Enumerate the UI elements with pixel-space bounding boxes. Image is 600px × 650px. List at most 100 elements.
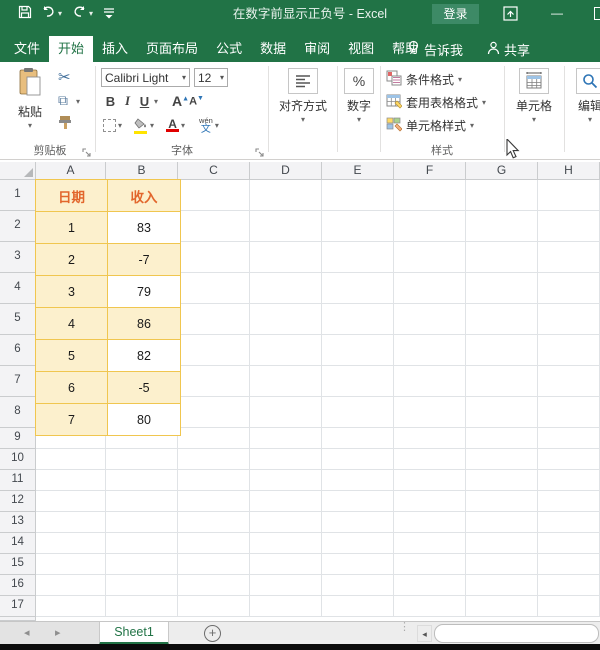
cell-B13[interactable] bbox=[106, 512, 178, 533]
tabbar-resize-handle[interactable]: ⋮ bbox=[399, 624, 407, 630]
cell-C17[interactable] bbox=[178, 596, 250, 617]
row-header-7[interactable]: 7 bbox=[0, 366, 36, 397]
copy-icon[interactable]: ⧉ bbox=[58, 92, 68, 109]
cell-C2[interactable] bbox=[178, 211, 250, 242]
select-all-corner[interactable] bbox=[0, 162, 36, 180]
cell-B11[interactable] bbox=[106, 470, 178, 491]
cell-A14[interactable] bbox=[36, 533, 106, 554]
conditional-formatting-button[interactable]: 条件格式 ▾ bbox=[386, 68, 462, 90]
redo-icon[interactable] bbox=[72, 5, 87, 19]
cell-H4[interactable] bbox=[538, 273, 600, 304]
cell-H12[interactable] bbox=[538, 491, 600, 512]
fill-color-caret[interactable]: ▾ bbox=[150, 121, 154, 130]
column-header-G[interactable]: G bbox=[466, 162, 538, 180]
paste-dropdown-caret[interactable]: ▾ bbox=[28, 121, 32, 130]
underline-button[interactable]: U bbox=[137, 94, 152, 109]
cell-E8[interactable] bbox=[322, 397, 394, 428]
cell-E11[interactable] bbox=[322, 470, 394, 491]
cell-E17[interactable] bbox=[322, 596, 394, 617]
font-dialog-launcher[interactable] bbox=[255, 147, 265, 157]
column-header-E[interactable]: E bbox=[322, 162, 394, 180]
cell-G3[interactable] bbox=[466, 242, 538, 273]
cell-B5[interactable]: 86 bbox=[107, 307, 181, 340]
cell-F3[interactable] bbox=[394, 242, 466, 273]
font-size-combo[interactable]: 12 ▾ bbox=[194, 68, 228, 87]
cell-G11[interactable] bbox=[466, 470, 538, 491]
cell-G13[interactable] bbox=[466, 512, 538, 533]
cell-D4[interactable] bbox=[250, 273, 322, 304]
cell-H10[interactable] bbox=[538, 449, 600, 470]
row-header-6[interactable]: 6 bbox=[0, 335, 36, 366]
cell-H6[interactable] bbox=[538, 335, 600, 366]
cell-C10[interactable] bbox=[178, 449, 250, 470]
cell-F6[interactable] bbox=[394, 335, 466, 366]
cell-C15[interactable] bbox=[178, 554, 250, 575]
cell-H7[interactable] bbox=[538, 366, 600, 397]
row-header-12[interactable]: 12 bbox=[0, 491, 36, 512]
cell-H17[interactable] bbox=[538, 596, 600, 617]
row-header-13[interactable]: 13 bbox=[0, 512, 36, 533]
fill-color-button[interactable] bbox=[134, 118, 148, 134]
editing-button[interactable]: 编辑 ▾ bbox=[570, 68, 600, 124]
cell-E15[interactable] bbox=[322, 554, 394, 575]
cell-E7[interactable] bbox=[322, 366, 394, 397]
cell-A4[interactable]: 3 bbox=[35, 275, 108, 308]
cell-C14[interactable] bbox=[178, 533, 250, 554]
undo-dropdown-caret[interactable]: ▾ bbox=[58, 10, 62, 18]
cell-G2[interactable] bbox=[466, 211, 538, 242]
format-painter-icon[interactable] bbox=[58, 115, 73, 133]
row-header-15[interactable]: 15 bbox=[0, 554, 36, 575]
share-button[interactable]: 共享 bbox=[487, 36, 530, 62]
login-button[interactable]: 登录 bbox=[432, 4, 479, 24]
cell-B10[interactable] bbox=[106, 449, 178, 470]
cell-C5[interactable] bbox=[178, 304, 250, 335]
column-header-A[interactable]: A bbox=[36, 162, 106, 180]
cell-B15[interactable] bbox=[106, 554, 178, 575]
cell-C4[interactable] bbox=[178, 273, 250, 304]
cell-C13[interactable] bbox=[178, 512, 250, 533]
ribbon-tab-4[interactable]: 公式 bbox=[207, 36, 251, 62]
cell-C6[interactable] bbox=[178, 335, 250, 366]
cell-F11[interactable] bbox=[394, 470, 466, 491]
customize-quick-access-icon[interactable] bbox=[104, 7, 114, 19]
italic-button[interactable]: I bbox=[120, 93, 135, 109]
row-header-4[interactable]: 4 bbox=[0, 273, 36, 304]
cell-A7[interactable]: 6 bbox=[35, 371, 108, 404]
new-sheet-button[interactable]: + bbox=[204, 625, 221, 642]
cell-A8[interactable]: 7 bbox=[35, 403, 108, 436]
cell-E16[interactable] bbox=[322, 575, 394, 596]
cell-F4[interactable] bbox=[394, 273, 466, 304]
ribbon-tab-5[interactable]: 数据 bbox=[251, 36, 295, 62]
cell-B4[interactable]: 79 bbox=[107, 275, 181, 308]
column-header-B[interactable]: B bbox=[106, 162, 178, 180]
cell-D15[interactable] bbox=[250, 554, 322, 575]
cells-button[interactable]: 单元格 ▾ bbox=[512, 68, 556, 124]
cell-B14[interactable] bbox=[106, 533, 178, 554]
cell-D3[interactable] bbox=[250, 242, 322, 273]
minimize-icon[interactable]: — bbox=[551, 6, 563, 20]
cell-C7[interactable] bbox=[178, 366, 250, 397]
ribbon-tab-2[interactable]: 插入 bbox=[93, 36, 137, 62]
bold-button[interactable]: B bbox=[103, 94, 118, 109]
cell-D16[interactable] bbox=[250, 575, 322, 596]
column-header-F[interactable]: F bbox=[394, 162, 466, 180]
cell-A5[interactable]: 4 bbox=[35, 307, 108, 340]
column-header-C[interactable]: C bbox=[178, 162, 250, 180]
cell-D9[interactable] bbox=[250, 428, 322, 449]
cell-G12[interactable] bbox=[466, 491, 538, 512]
paste-button[interactable]: 粘贴 ▾ bbox=[12, 67, 48, 130]
number-format-button[interactable]: % 数字 ▾ bbox=[341, 68, 377, 124]
cell-G1[interactable] bbox=[466, 180, 538, 211]
cell-B17[interactable] bbox=[106, 596, 178, 617]
cell-H8[interactable] bbox=[538, 397, 600, 428]
cell-G17[interactable] bbox=[466, 596, 538, 617]
cell-D1[interactable] bbox=[250, 180, 322, 211]
cell-E14[interactable] bbox=[322, 533, 394, 554]
cell-C9[interactable] bbox=[178, 428, 250, 449]
cell-F8[interactable] bbox=[394, 397, 466, 428]
row-header-17[interactable]: 17 bbox=[0, 596, 36, 617]
cell-D5[interactable] bbox=[250, 304, 322, 335]
font-name-combo[interactable]: Calibri Light ▾ bbox=[101, 68, 190, 87]
cell-F7[interactable] bbox=[394, 366, 466, 397]
cell-D14[interactable] bbox=[250, 533, 322, 554]
